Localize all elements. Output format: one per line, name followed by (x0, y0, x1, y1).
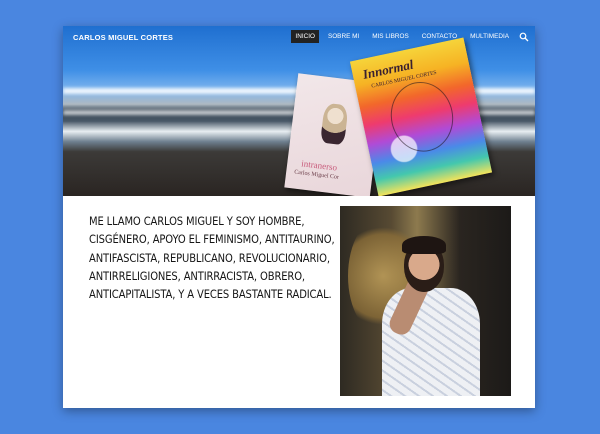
nav-item-inicio[interactable]: INICIO (291, 30, 319, 43)
nav-item-mis-libros[interactable]: MIS LIBROS (368, 30, 413, 43)
photo-hair (402, 236, 446, 254)
hero-banner: intranerso Carlos Miguel Cor Innormal CA… (63, 26, 535, 196)
nav-item-contacto[interactable]: CONTACTO (418, 30, 461, 43)
search-icon[interactable] (519, 32, 529, 42)
nav-item-multimedia[interactable]: MULTIMEDIA (466, 30, 513, 43)
nav-item-sobre-mi[interactable]: SOBRE MI (324, 30, 363, 43)
site-title[interactable]: CARLOS MIGUEL CORTES (73, 33, 173, 42)
cover-illustration (320, 102, 349, 146)
browser-page: intranerso Carlos Miguel Cor Innormal CA… (63, 26, 535, 408)
bio-statement: Me llamo Carlos Miguel y soy hombre, cis… (89, 214, 335, 302)
author-photo (340, 206, 511, 396)
cover-illustration (384, 76, 460, 158)
top-navigation: CARLOS MIGUEL CORTES INICIO SOBRE MI MIS… (63, 26, 535, 50)
main-menu: INICIO SOBRE MI MIS LIBROS CONTACTO MULT… (286, 30, 529, 43)
